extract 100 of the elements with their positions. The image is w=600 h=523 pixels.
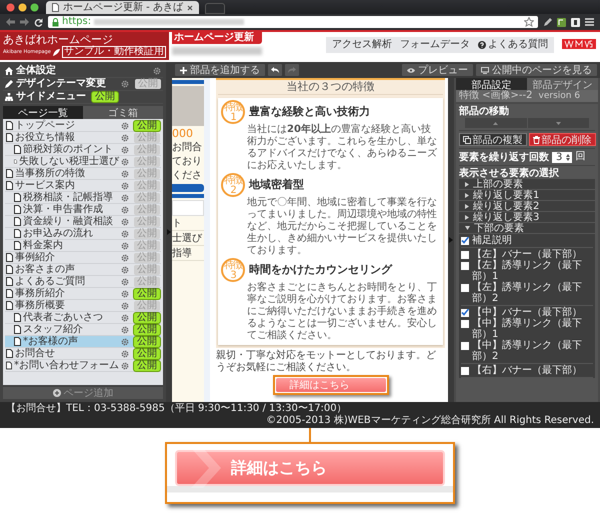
settings-row[interactable]: 全体設定	[3, 65, 163, 78]
window-controls-icon[interactable]	[6, 2, 40, 12]
caret-right-icon	[465, 182, 469, 186]
settings-link[interactable]: サイドメニュー	[16, 91, 86, 103]
star-icon[interactable]	[524, 17, 534, 27]
view-live-page-button[interactable]: 公開中のページを見る	[476, 64, 597, 76]
page-row[interactable]: 事務所紹介 公開	[5, 288, 161, 300]
trash-icon	[532, 136, 540, 144]
section-label: 部品の移動	[459, 106, 510, 117]
checkbox[interactable]	[461, 284, 469, 292]
caret-right-icon	[465, 204, 469, 208]
page-row[interactable]: 決算・申告書作成 公開	[5, 204, 161, 216]
checkbox[interactable]	[461, 320, 469, 328]
page-row[interactable]: 資金繰り・融資相談 公開	[5, 216, 161, 228]
page-row[interactable]: *お客様の声 公開	[5, 336, 161, 348]
page-row[interactable]: お問合せ 公開	[5, 348, 161, 360]
page-row[interactable]: よくあるご質問 公開	[5, 276, 161, 288]
photo-placeholder	[172, 86, 204, 126]
section-label: 要素を繰り返す回数	[459, 152, 549, 162]
accordion-header[interactable]: 下部の要素	[459, 223, 595, 234]
publish-toggle[interactable]: 公開	[92, 92, 118, 102]
checkbox[interactable]	[461, 251, 469, 259]
page-row[interactable]: サービス案内 公開	[5, 180, 161, 192]
publish-toggle[interactable]: 公開	[134, 324, 160, 334]
accordion-header[interactable]: 上部の要素	[459, 179, 595, 190]
page-row[interactable]: 当事務所の特徴 公開	[5, 168, 161, 180]
settings-link[interactable]: デザインテーマ変更	[16, 78, 106, 90]
page-title: 資金繰り・融資相談	[23, 216, 113, 228]
page-row[interactable]: 税務相談・記帳指導 公開	[5, 192, 161, 204]
checkbox[interactable]	[461, 309, 469, 317]
page-row[interactable]: 料金案内 公開	[5, 240, 161, 252]
publish-toggle[interactable]: 公開	[134, 348, 160, 358]
spinner-arrows-icon	[566, 154, 570, 160]
publish-toggle[interactable]: 公開	[134, 360, 160, 370]
extension-icon[interactable]	[557, 18, 566, 26]
publish-toggle[interactable]: 公開	[134, 288, 160, 298]
pen-icon[interactable]	[543, 18, 552, 26]
panel-tab[interactable]: 部品デザイン	[527, 78, 598, 90]
undo-button[interactable]	[268, 64, 282, 76]
settings-row[interactable]: デザインテーマ変更 公開	[3, 78, 163, 91]
checkbox[interactable]	[461, 237, 469, 245]
home-icon	[5, 67, 13, 75]
page-row[interactable]: お役立ち情報 公開	[5, 132, 161, 144]
extension-icon[interactable]	[571, 18, 580, 26]
caret-up-icon	[493, 122, 498, 124]
sidebar-tab[interactable]: ゴミ箱	[83, 106, 163, 119]
menu-icon[interactable]	[585, 18, 594, 26]
brand-logo-drawing[interactable]	[562, 39, 596, 49]
page-row[interactable]: 事務所概要 公開	[5, 300, 161, 312]
nav-link[interactable]: よくある質問	[478, 39, 548, 51]
contact-text: 【お問合せ】TEL：03-5388-5985（平日 9:30〜11:30 / 13:30〜17:00）	[6, 403, 348, 414]
settings-row[interactable]: サイドメニュー 公開	[3, 91, 163, 104]
page-title: *お問い合わせフォーム	[14, 360, 119, 372]
page-row[interactable]: 事例紹介 公開	[5, 252, 161, 264]
feature-text: 当社には20年以上の豊富な経験と高い技術力がございます。これらを生かし、単なるアドバイスだけでなく、あらゆるニーズにお応えいたします。	[247, 124, 438, 172]
accordion-header[interactable]: 繰り返し要素2	[459, 201, 595, 212]
page-row[interactable]: 節税対策のポイント 公開	[5, 144, 161, 156]
publish-toggle[interactable]: 公開	[134, 120, 160, 130]
menu-link[interactable]: 士選び	[172, 233, 204, 246]
panel-tab[interactable]: 部品設定	[456, 78, 527, 90]
page-row[interactable]: 代表者ごあいさつ 公開	[5, 312, 161, 324]
logo-title: あきばれホームページ	[3, 33, 114, 46]
browser-tab[interactable]: ホームページ更新 - あきば	[46, 1, 199, 14]
copy-part-button[interactable]: 部品の複製	[458, 133, 526, 146]
nav-link[interactable]: フォームデータ	[400, 39, 470, 51]
sidebar-tab[interactable]: ページ一覧	[3, 106, 83, 119]
publish-toggle[interactable]: 公開	[134, 336, 160, 346]
accordion-header[interactable]: 繰り返し要素1	[459, 190, 595, 201]
gear-icon[interactable]	[153, 67, 161, 75]
page-row[interactable]: トップページ 公開	[5, 120, 161, 132]
caret-down-icon	[465, 226, 470, 230]
address-field[interactable]: https:	[48, 16, 538, 28]
page-title: 決算・申告書作成	[23, 204, 103, 216]
copy-icon	[462, 136, 470, 144]
option-label: 【左】誘導リンク（最下部）1	[472, 260, 583, 282]
accordion-header[interactable]: 繰り返し要素3	[459, 212, 595, 223]
settings-link[interactable]: 全体設定	[16, 65, 56, 77]
page-row[interactable]: *お問い合わせフォーム 公開	[5, 360, 161, 372]
page-title: 事例紹介	[15, 252, 55, 264]
delete-part-button[interactable]: 部品の削除	[528, 133, 596, 146]
close-icon[interactable]	[186, 4, 193, 10]
checkbox[interactable]	[461, 342, 469, 350]
menu-link[interactable]: ト	[172, 218, 204, 231]
gear-icon[interactable]	[121, 80, 129, 88]
page-title: よくあるご質問	[15, 276, 85, 288]
nav-link[interactable]: アクセス解析	[332, 39, 392, 51]
page-row[interactable]: お申込みの流れ 公開	[5, 228, 161, 240]
publish-toggle[interactable]: 公開	[134, 312, 160, 322]
pen-icon	[5, 80, 13, 88]
repeat-count-field[interactable]: 3	[552, 152, 572, 162]
page-row[interactable]: お客さまの声 公開	[5, 264, 161, 276]
preview-button[interactable]: プレビュー	[402, 64, 473, 76]
checkbox[interactable]	[461, 262, 469, 270]
checkbox[interactable]	[461, 367, 469, 375]
forward-icon[interactable]	[20, 18, 29, 26]
reload-icon[interactable]	[34, 18, 43, 26]
menu-link[interactable]: 指導	[172, 248, 204, 261]
add-part-button[interactable]: 部品を追加する	[175, 64, 265, 76]
back-icon[interactable]	[6, 18, 15, 26]
page-row[interactable]: 失敗しない税理士選び 公開	[5, 156, 161, 168]
